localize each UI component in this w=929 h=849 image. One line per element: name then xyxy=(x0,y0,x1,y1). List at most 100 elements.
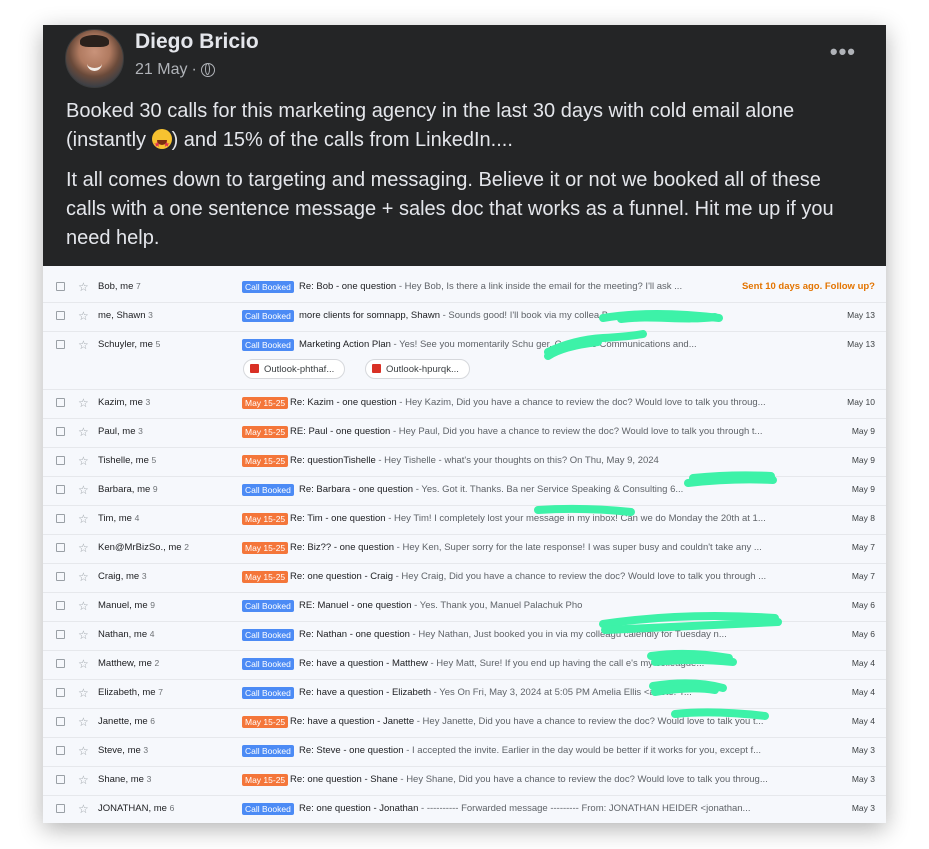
email-subject: Re: have a question - Matthew xyxy=(299,658,428,669)
star-icon[interactable]: ☆ xyxy=(78,310,89,322)
email-row[interactable]: ☆ Kazim, me 3 May 15-25 Re: Kazim - one que… xyxy=(43,389,886,419)
email-subject-line: RE: Manuel - one question - Yes. Thank y… xyxy=(299,600,816,611)
star-icon[interactable]: ☆ xyxy=(78,803,89,815)
row-checkbox[interactable] xyxy=(56,282,65,291)
star-icon[interactable]: ☆ xyxy=(78,629,89,641)
email-row[interactable]: ☆ Tim, me 4 May 15-25 Re: Tim - one questio… xyxy=(43,505,886,535)
row-checkbox[interactable] xyxy=(56,804,65,813)
email-label-badge[interactable]: Call Booked xyxy=(242,281,294,293)
email-row[interactable]: ☆ Barbara, me 9 Call Booked Re: Barbara - o… xyxy=(43,476,886,506)
row-checkbox[interactable] xyxy=(56,485,65,494)
email-sender: Ken@MrBizSo., me 2 xyxy=(98,542,189,553)
star-icon[interactable]: ☆ xyxy=(78,658,89,670)
email-date: May 6 xyxy=(851,629,875,639)
sender-names: Janette, me xyxy=(98,716,151,727)
email-row[interactable]: ☆ Shane, me 3 May 15-25 Re: one question - … xyxy=(43,766,886,796)
email-row[interactable]: ☆ Tishelle, me 5 May 15-25 Re: questionTish… xyxy=(43,447,886,477)
thread-count: 3 xyxy=(143,745,149,755)
star-icon[interactable]: ☆ xyxy=(78,484,89,496)
attachment-chip[interactable]: Outlook-phthaf... xyxy=(243,359,346,379)
row-checkbox[interactable] xyxy=(56,746,65,755)
row-checkbox[interactable] xyxy=(56,456,65,465)
email-label-badge[interactable]: May 15-25 xyxy=(242,513,289,525)
email-row[interactable]: ☆ Manuel, me 9 Call Booked RE: Manuel - one… xyxy=(43,592,886,622)
email-label-badge[interactable]: May 15-25 xyxy=(242,542,289,554)
email-row[interactable]: ☆ JONATHAN, me 6 Call Booked Re: one questi… xyxy=(43,795,886,823)
email-row[interactable]: ☆ Paul, me 3 May 15-25 RE: Paul - one quest… xyxy=(43,418,886,448)
star-icon[interactable]: ☆ xyxy=(78,745,89,757)
email-subject-line: Re: one question - Jonathan - ----------… xyxy=(299,803,816,814)
email-row[interactable]: ☆ Nathan, me 4 Call Booked Re: Nathan - one… xyxy=(43,621,886,651)
email-row[interactable]: ☆ Matthew, me 2 Call Booked Re: have a ques… xyxy=(43,650,886,680)
email-label-badge[interactable]: May 15-25 xyxy=(242,426,289,438)
email-row[interactable]: ☆ me, Shawn 3 Call Booked more clients for … xyxy=(43,302,886,332)
email-snippet: - Hey Tishelle - what's your thoughts on… xyxy=(375,455,659,466)
email-label-badge[interactable]: Call Booked xyxy=(242,339,294,351)
sender-names: Tim, me xyxy=(98,513,135,524)
row-checkbox[interactable] xyxy=(56,427,65,436)
author-avatar[interactable] xyxy=(65,29,124,88)
star-icon[interactable]: ☆ xyxy=(78,571,89,583)
email-row[interactable]: ☆ Bob, me 7 Call Booked Re: Bob - one quest… xyxy=(43,273,886,303)
email-subject: Re: have a question - Janette xyxy=(290,716,415,727)
star-icon[interactable]: ☆ xyxy=(78,687,89,699)
star-icon[interactable]: ☆ xyxy=(78,600,89,612)
email-label-badge[interactable]: Call Booked xyxy=(242,629,294,641)
email-date: May 3 xyxy=(851,774,875,784)
star-icon[interactable]: ☆ xyxy=(78,339,89,351)
row-checkbox[interactable] xyxy=(56,572,65,581)
post-date[interactable]: 21 May xyxy=(135,61,187,79)
star-icon[interactable]: ☆ xyxy=(78,455,89,467)
email-row[interactable]: ☆ Ken@MrBizSo., me 2 May 15-25 Re: Biz?? - … xyxy=(43,534,886,564)
email-row[interactable]: ☆ Janette, me 6 May 15-25 Re: have a questi… xyxy=(43,708,886,738)
email-label-badge[interactable]: Call Booked xyxy=(242,658,294,670)
email-label-badge[interactable]: Call Booked xyxy=(242,600,294,612)
email-label-badge[interactable]: May 15-25 xyxy=(242,455,289,467)
email-label-badge[interactable]: Call Booked xyxy=(242,310,294,322)
globe-icon[interactable] xyxy=(200,63,215,77)
row-checkbox[interactable] xyxy=(56,543,65,552)
post-paragraph-1-text-b: ) and 15% of the calls from LinkedIn.... xyxy=(171,129,513,151)
row-checkbox[interactable] xyxy=(56,311,65,320)
email-snippet: - Sounds good! I'll book via my collea B… xyxy=(439,310,691,321)
thread-count: 7 xyxy=(136,281,141,291)
star-icon[interactable]: ☆ xyxy=(78,397,89,409)
row-checkbox[interactable] xyxy=(56,717,65,726)
row-checkbox[interactable] xyxy=(56,630,65,639)
email-row[interactable]: ☆ Steve, me 3 Call Booked Re: Steve - one q… xyxy=(43,737,886,767)
email-row[interactable]: ☆ Schuyler, me 5 Call Booked Marketing Acti… xyxy=(43,331,886,390)
row-checkbox[interactable] xyxy=(56,601,65,610)
star-icon[interactable]: ☆ xyxy=(78,774,89,786)
star-icon[interactable]: ☆ xyxy=(78,281,89,293)
row-checkbox[interactable] xyxy=(56,398,65,407)
row-checkbox[interactable] xyxy=(56,514,65,523)
star-icon[interactable]: ☆ xyxy=(78,716,89,728)
star-icon[interactable]: ☆ xyxy=(78,426,89,438)
row-checkbox[interactable] xyxy=(56,659,65,668)
email-label-badge[interactable]: Call Booked xyxy=(242,687,294,699)
row-checkbox[interactable] xyxy=(56,775,65,784)
email-label-badge[interactable]: May 15-25 xyxy=(242,716,289,728)
author-name[interactable]: Diego Bricio xyxy=(135,30,259,54)
email-snippet: - I accepted the invite. Earlier in the … xyxy=(403,745,762,756)
email-label-badge[interactable]: Call Booked xyxy=(242,803,294,815)
thread-count: 6 xyxy=(169,803,175,813)
email-label-badge[interactable]: May 15-25 xyxy=(242,397,289,409)
email-label-badge[interactable]: Call Booked xyxy=(242,484,294,496)
email-label-badge[interactable]: May 15-25 xyxy=(242,774,289,786)
follow-up-nudge[interactable]: Sent 10 days ago. Follow up? xyxy=(742,281,875,292)
email-row[interactable]: ☆ Elizabeth, me 7 Call Booked Re: have a qu… xyxy=(43,679,886,709)
row-checkbox[interactable] xyxy=(56,688,65,697)
star-icon[interactable]: ☆ xyxy=(78,513,89,525)
sender-names: Bob, me xyxy=(98,281,137,292)
star-icon[interactable]: ☆ xyxy=(78,542,89,554)
star-struck-emoji xyxy=(151,129,172,159)
email-label-badge[interactable]: May 15-25 xyxy=(242,571,289,583)
email-label-badge[interactable]: Call Booked xyxy=(242,745,294,757)
email-sender: Paul, me 3 xyxy=(98,426,143,437)
email-row[interactable]: ☆ Craig, me 3 May 15-25 Re: one question - … xyxy=(43,563,886,593)
more-options-icon[interactable]: ••• xyxy=(830,39,856,65)
row-checkbox[interactable] xyxy=(56,340,65,349)
attachment-chip[interactable]: Outlook-hpurqk... xyxy=(365,359,470,379)
email-subject: Re: have a question - Elizabeth xyxy=(299,687,432,698)
